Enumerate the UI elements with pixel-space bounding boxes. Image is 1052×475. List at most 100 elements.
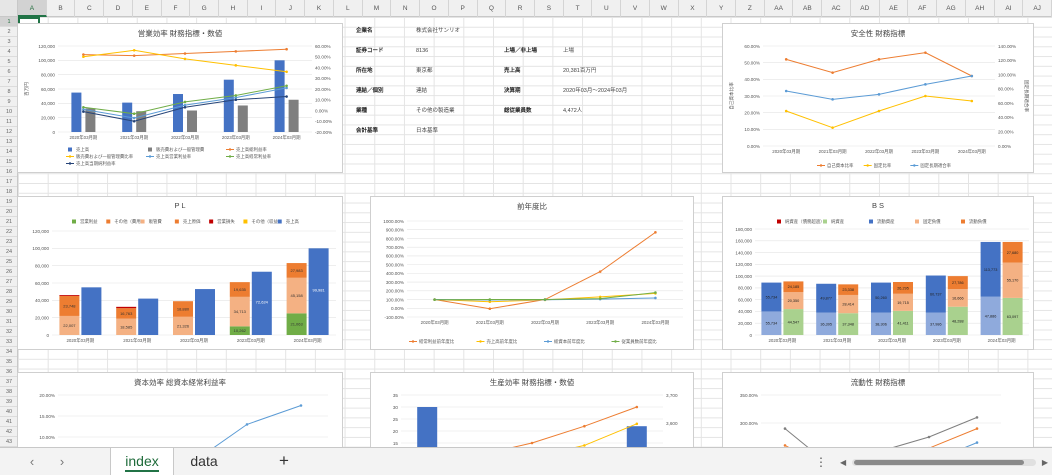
sheet-tab-data[interactable]: data (176, 448, 232, 475)
column-header-g[interactable]: G (190, 0, 220, 17)
column-header-ag[interactable]: AG (937, 0, 966, 17)
column-header-aa[interactable]: AA (765, 0, 794, 17)
column-header-ah[interactable]: AH (966, 0, 995, 17)
column-header-u[interactable]: U (592, 0, 622, 17)
row-header[interactable]: 36 (0, 367, 17, 377)
row-header[interactable]: 14 (0, 147, 17, 157)
column-header-k[interactable]: K (305, 0, 334, 17)
row-header[interactable]: 24 (0, 247, 17, 257)
row-header[interactable]: 37 (0, 377, 17, 387)
column-header-o[interactable]: O (420, 0, 449, 17)
column-header-aj[interactable]: AJ (1023, 0, 1052, 17)
tick-label: 80.00% (998, 87, 1014, 92)
row-header[interactable]: 5 (0, 57, 17, 67)
column-header-x[interactable]: X (679, 0, 708, 17)
row-header[interactable]: 4 (0, 47, 17, 57)
prev-sheet-icon[interactable]: ‹ (24, 454, 40, 470)
column-header-e[interactable]: E (133, 0, 162, 17)
column-header-i[interactable]: I (248, 0, 277, 17)
row-header[interactable]: 8 (0, 87, 17, 97)
horizontal-scrollbar[interactable]: ◀ ▶ (838, 457, 1050, 468)
row-header[interactable]: 32 (0, 327, 17, 337)
scroll-right-icon[interactable]: ▶ (1042, 457, 1048, 468)
row-header[interactable]: 23 (0, 237, 17, 247)
row-header[interactable]: 33 (0, 337, 17, 347)
row-header[interactable]: 21 (0, 217, 17, 227)
row-header[interactable]: 42 (0, 427, 17, 437)
row-header[interactable]: 7 (0, 77, 17, 87)
row-header[interactable]: 22 (0, 227, 17, 237)
select-all-corner[interactable] (0, 0, 18, 17)
chart-capital-efficiency[interactable]: 資本効率 総資本経常利益率 0.00%5.00%10.00%15.00%20.0… (17, 372, 343, 452)
row-header[interactable]: 11 (0, 117, 17, 127)
column-header-b[interactable]: B (47, 0, 76, 17)
column-header-r[interactable]: R (506, 0, 535, 17)
tick-label: 10.00% (39, 435, 55, 440)
row-header[interactable]: 6 (0, 67, 17, 77)
column-header-m[interactable]: M (363, 0, 392, 17)
chart-operating-efficiency[interactable]: 営業効率 財務指標・数値 0 20,000 40,000 60,000 80,000 10… (17, 23, 343, 173)
column-header-v[interactable]: V (621, 0, 650, 17)
row-header[interactable]: 20 (0, 207, 17, 217)
column-header-s[interactable]: S (535, 0, 564, 17)
row-header[interactable]: 9 (0, 97, 17, 107)
next-sheet-icon[interactable]: › (54, 454, 70, 470)
column-header-l[interactable]: L (334, 0, 363, 17)
more-options-icon[interactable]: ⋮ (815, 454, 827, 470)
chart-year-over-year[interactable]: 前年度比 -100.00% 0.00% 100.00% 200.00% 300.00% 4… (370, 196, 694, 350)
row-header[interactable]: 2 (0, 27, 17, 37)
row-header[interactable]: 41 (0, 417, 17, 427)
row-header[interactable]: 17 (0, 177, 17, 187)
row-header[interactable]: 43 (0, 437, 17, 447)
column-header-j[interactable]: J (277, 0, 306, 17)
row-header[interactable]: 34 (0, 347, 17, 357)
chart-bs[interactable]: B S 0 20,000 40,000 60,000 80,000 100,000 120,… (722, 196, 1034, 350)
column-header-ab[interactable]: AB (794, 0, 823, 17)
row-header[interactable]: 13 (0, 137, 17, 147)
row-header[interactable]: 38 (0, 387, 17, 397)
column-header-t[interactable]: T (564, 0, 593, 17)
row-header[interactable]: 39 (0, 397, 17, 407)
column-header-f[interactable]: F (162, 0, 191, 17)
column-header-p[interactable]: P (449, 0, 478, 17)
column-header-y[interactable]: Y (707, 0, 737, 17)
row-header[interactable]: 12 (0, 127, 17, 137)
chart-pl[interactable]: P L 0 20,000 40,000 60,000 80,000 100,000 120,… (17, 196, 343, 350)
chart-production-efficiency[interactable]: 生産効率 財務指標・数値 051015202530353,4003,5003,6… (370, 372, 694, 452)
column-header-d[interactable]: D (104, 0, 133, 17)
chart-safety-indicators[interactable]: 安全性 財務指標 0.00% 10.00% 20.00% 30.00% 40.00% 50… (722, 23, 1034, 173)
row-header[interactable]: 1 (0, 17, 17, 27)
column-header-af[interactable]: AF (908, 0, 938, 17)
add-sheet-icon[interactable]: + (274, 451, 294, 471)
row-header[interactable]: 40 (0, 407, 17, 417)
sheet-tab-index[interactable]: index (110, 448, 174, 475)
column-header-ai[interactable]: AI (995, 0, 1024, 17)
column-header-c[interactable]: C (75, 0, 105, 17)
scroll-left-icon[interactable]: ◀ (840, 457, 846, 468)
row-header[interactable]: 16 (0, 167, 17, 177)
chart-liquidity[interactable]: 流動性 財務指標 200.00%250.00%300.00%350.00% (722, 372, 1034, 452)
row-header[interactable]: 10 (0, 107, 17, 117)
column-header-ac[interactable]: AC (822, 0, 851, 17)
column-header-a[interactable]: A (18, 0, 47, 17)
row-header[interactable]: 18 (0, 187, 17, 197)
column-header-w[interactable]: W (650, 0, 679, 17)
row-header[interactable]: 19 (0, 197, 17, 207)
row-header[interactable]: 29 (0, 297, 17, 307)
row-header[interactable]: 35 (0, 357, 17, 367)
row-header[interactable]: 15 (0, 157, 17, 167)
column-header-h[interactable]: H (219, 0, 248, 17)
column-header-ad[interactable]: AD (851, 0, 880, 17)
row-header[interactable]: 25 (0, 257, 17, 267)
row-header[interactable]: 3 (0, 37, 17, 47)
scroll-thumb[interactable] (854, 460, 1024, 465)
column-header-n[interactable]: N (391, 0, 421, 17)
column-header-q[interactable]: Q (478, 0, 507, 17)
row-header[interactable]: 28 (0, 287, 17, 297)
row-header[interactable]: 30 (0, 307, 17, 317)
row-header[interactable]: 31 (0, 317, 17, 327)
row-header[interactable]: 26 (0, 267, 17, 277)
row-header[interactable]: 27 (0, 277, 17, 287)
column-header-z[interactable]: Z (736, 0, 765, 17)
column-header-ae[interactable]: AE (880, 0, 909, 17)
